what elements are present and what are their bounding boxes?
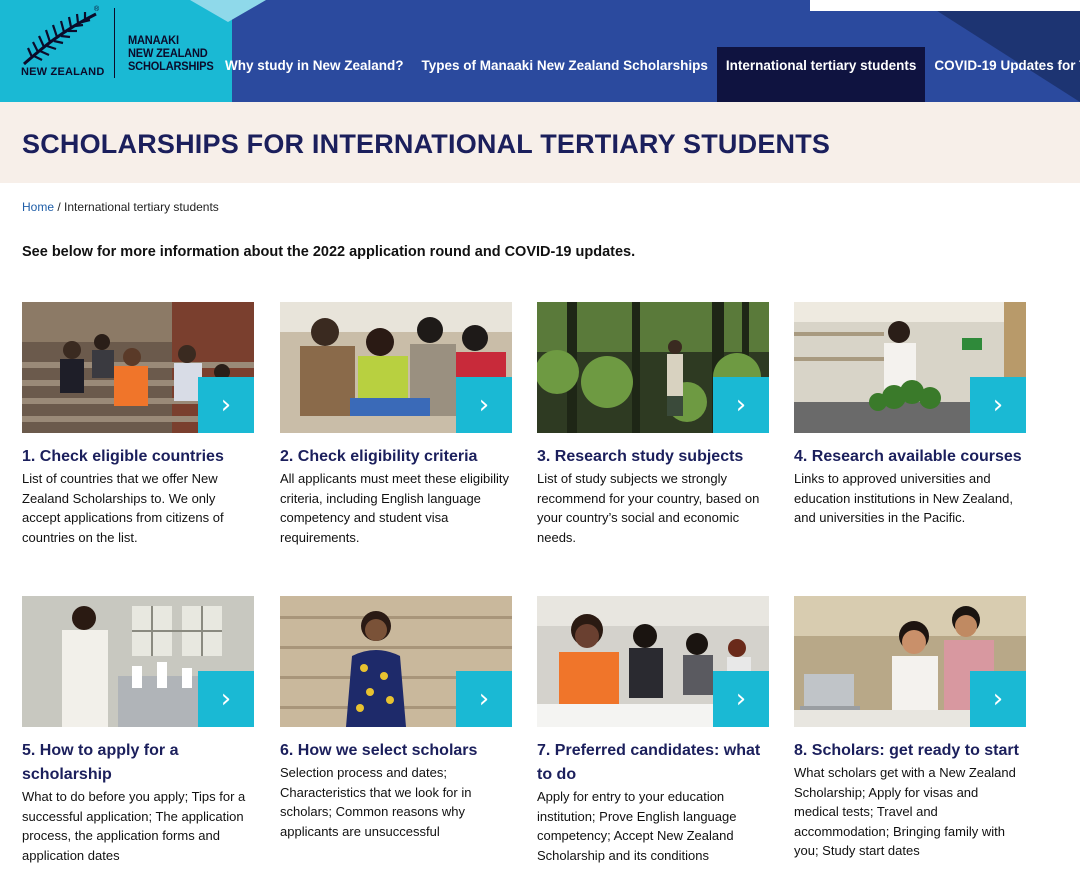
card-description: List of study subjects we strongly recom… <box>537 471 760 545</box>
nav-item-covid-updates[interactable]: COVID-19 Updates for T <box>925 47 1080 102</box>
logo-program-name: MANAAKI NEW ZEALAND SCHOLARSHIPS <box>128 34 214 73</box>
registered-mark: ® <box>94 6 100 13</box>
card-image[interactable]: › <box>794 302 1026 433</box>
card-description: Links to approved universities and educa… <box>794 471 1013 525</box>
silver-fern-icon <box>23 12 97 66</box>
logo-divider <box>114 8 115 78</box>
card-title[interactable]: 5. How to apply for a scholarship <box>22 739 254 787</box>
card-preferred-candidates[interactable]: › 7. Preferred candidates: what to do Ap… <box>537 596 769 865</box>
chevron-right-icon: › <box>220 390 232 420</box>
card-title[interactable]: 6. How we select scholars <box>280 739 512 763</box>
card-image[interactable]: › <box>794 596 1026 727</box>
chevron-right-icon: › <box>478 390 490 420</box>
nav-item-scholarship-types[interactable]: Types of Manaaki New Zealand Scholarship… <box>413 47 717 102</box>
card-arrow-button[interactable]: › <box>970 671 1026 727</box>
logo-line-3: SCHOLARSHIPS <box>128 59 214 73</box>
card-arrow-button[interactable]: › <box>713 377 769 433</box>
main-nav: Why study in New Zealand? Types of Manaa… <box>216 47 1080 102</box>
card-arrow-button[interactable]: › <box>198 377 254 433</box>
card-eligibility-criteria[interactable]: › 2. Check eligibility criteria All appl… <box>280 302 512 547</box>
breadcrumb: Home / International tertiary students <box>22 200 219 214</box>
card-description: All applicants must meet these eligibili… <box>280 471 510 545</box>
card-title[interactable]: 1. Check eligible countries <box>22 445 254 469</box>
intro-text: See below for more information about the… <box>22 244 636 260</box>
chevron-right-icon: › <box>478 684 490 714</box>
breadcrumb-current: International tertiary students <box>64 200 219 214</box>
nav-item-international-tertiary[interactable]: International tertiary students <box>716 47 926 102</box>
search-bar[interactable] <box>810 0 1080 11</box>
card-arrow-button[interactable]: › <box>970 377 1026 433</box>
card-how-we-select[interactable]: › 6. How we select scholars Selection pr… <box>280 596 512 841</box>
title-band: SCHOLARSHIPS FOR INTERNATIONAL TERTIARY … <box>0 102 1080 183</box>
card-title[interactable]: 3. Research study subjects <box>537 445 769 469</box>
header-decoration-triangle <box>190 0 266 22</box>
card-title[interactable]: 2. Check eligibility criteria <box>280 445 512 469</box>
breadcrumb-home-link[interactable]: Home <box>22 200 54 214</box>
card-how-to-apply[interactable]: › 5. How to apply for a scholarship What… <box>22 596 254 865</box>
card-image[interactable]: › <box>22 596 254 727</box>
card-description: Selection process and dates; Characteris… <box>280 765 472 839</box>
site-header: ® NEW ZEALAND MANAAKI NEW ZEALAND SCHOLA… <box>0 0 1080 102</box>
chevron-right-icon: › <box>992 390 1004 420</box>
card-description: What to do before you apply; Tips for a … <box>22 789 246 863</box>
card-image[interactable]: › <box>537 302 769 433</box>
card-description: List of countries that we offer New Zeal… <box>22 471 224 545</box>
page-title: SCHOLARSHIPS FOR INTERNATIONAL TERTIARY … <box>22 129 831 159</box>
card-eligible-countries[interactable]: › 1. Check eligible countries List of co… <box>22 302 254 547</box>
breadcrumb-separator: / <box>57 200 61 214</box>
chevron-right-icon: › <box>735 684 747 714</box>
card-description: What scholars get with a New Zealand Sch… <box>794 765 1016 858</box>
card-title[interactable]: 4. Research available courses <box>794 445 1026 469</box>
card-arrow-button[interactable]: › <box>456 377 512 433</box>
chevron-right-icon: › <box>735 390 747 420</box>
chevron-right-icon: › <box>220 684 232 714</box>
nav-item-why-study[interactable]: Why study in New Zealand? <box>216 47 413 102</box>
card-title[interactable]: 8. Scholars: get ready to start <box>794 739 1026 763</box>
card-description: Apply for entry to your education instit… <box>537 789 737 863</box>
card-image[interactable]: › <box>22 302 254 433</box>
card-image[interactable]: › <box>280 302 512 433</box>
card-arrow-button[interactable]: › <box>713 671 769 727</box>
card-image[interactable]: › <box>537 596 769 727</box>
card-study-subjects[interactable]: › 3. Research study subjects List of stu… <box>537 302 769 547</box>
card-arrow-button[interactable]: › <box>456 671 512 727</box>
card-title[interactable]: 7. Preferred candidates: what to do <box>537 739 769 787</box>
card-available-courses[interactable]: › 4. Research available courses Links to… <box>794 302 1026 528</box>
logo-country: NEW ZEALAND <box>21 66 105 78</box>
card-arrow-button[interactable]: › <box>198 671 254 727</box>
card-image[interactable]: › <box>280 596 512 727</box>
card-scholars-get-ready[interactable]: › 8. Scholars: get ready to start What s… <box>794 596 1026 861</box>
chevron-right-icon: › <box>992 684 1004 714</box>
